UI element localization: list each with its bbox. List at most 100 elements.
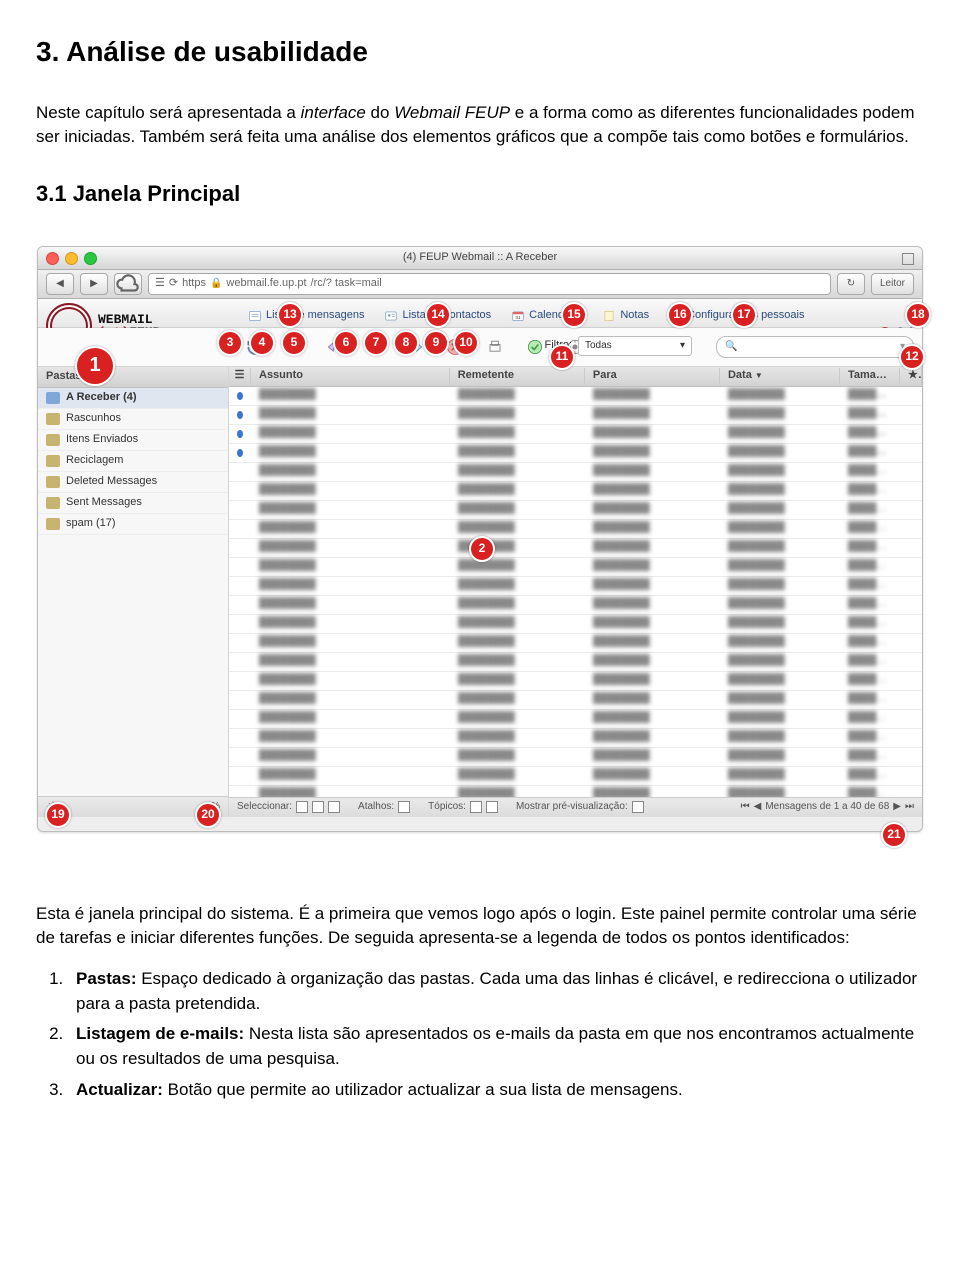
subsection-heading: 3.1 Janela Principal [36,178,924,210]
message-row[interactable]: ████████████████████████████████████████ [229,539,922,558]
folder-sidebar: Pastas A Receber (4)RascunhosItens Envia… [38,367,229,817]
select-page-button[interactable] [312,801,324,813]
legend-item: Listagem de e-mails: Nesta lista são apr… [68,1022,924,1071]
col-star[interactable]: ★ [900,368,922,384]
next-page-button[interactable]: ▶ [893,800,901,815]
callout-badge: 7 [363,330,389,356]
message-row[interactable]: ████████████████████████████████████████ [229,406,922,425]
folder-item[interactable]: Sent Messages [38,493,228,514]
icloud-tabs-icon[interactable] [114,273,142,295]
column-headers[interactable]: ☰ Assunto Remetente Para Data ▼ Tamanho … [229,367,922,387]
callout-badge: 2 [469,536,495,562]
folder-label: Rascunhos [66,411,121,427]
topics-label: Tópicos: [428,800,466,815]
callout-badge: 16 [667,302,693,328]
folder-item[interactable]: Reciclagem [38,451,228,472]
section-heading: 3. Análise de usabilidade [36,32,924,73]
message-row[interactable]: ████████████████████████████████████████ [229,786,922,797]
select-none-button[interactable] [328,801,340,813]
message-row[interactable]: ████████████████████████████████████████ [229,672,922,691]
after-screenshot-paragraph: Esta é janela principal do sistema. É a … [36,902,924,951]
filter-select[interactable]: Todas▾ [578,336,692,356]
reload-button[interactable]: ↻ [837,273,865,295]
callout-badge: 3 [217,330,243,356]
reader-button[interactable]: Leitor [871,273,914,295]
folder-icon [46,518,60,530]
preview-toggle[interactable] [632,801,644,813]
folder-label: Deleted Messages [66,474,157,490]
select-all-button[interactable] [296,801,308,813]
first-page-button[interactable]: ⏮ [741,800,750,815]
callout-badge: 15 [561,302,587,328]
col-sender[interactable]: Remetente [450,368,585,384]
lock-icon: 🔒 [210,277,222,292]
message-row[interactable]: ████████████████████████████████████████ [229,691,922,710]
zoom-icon[interactable] [84,252,97,265]
col-size[interactable]: Tamanho [840,368,900,384]
tool-row: Filtro: Todas▾ 🔍 ▾ [38,328,922,367]
minimize-icon[interactable] [65,252,78,265]
folder-icon [46,434,60,446]
pager-status: Mensagens de 1 a 40 de 68 [765,800,889,815]
message-row[interactable]: ████████████████████████████████████████ [229,653,922,672]
shortcuts-label: Atalhos: [358,800,394,815]
message-row[interactable]: ████████████████████████████████████████ [229,596,922,615]
folder-icon [46,392,60,404]
folder-label: Sent Messages [66,495,142,511]
callout-badge: 17 [731,302,757,328]
message-row[interactable]: ████████████████████████████████████████ [229,482,922,501]
message-row[interactable]: ████████████████████████████████████████ [229,767,922,786]
topics-button-a[interactable] [470,801,482,813]
last-page-button[interactable]: ⏭ [905,800,914,815]
close-icon[interactable] [46,252,59,265]
folder-item[interactable]: Deleted Messages [38,472,228,493]
callout-badge: 4 [249,330,275,356]
folder-item[interactable]: spam (17) [38,514,228,535]
unread-dot-icon [237,430,243,438]
folder-item[interactable]: A Receber (4) [38,388,228,409]
legend-list: Pastas: Espaço dedicado à organização da… [68,967,924,1102]
folder-icon [46,413,60,425]
message-row[interactable]: ████████████████████████████████████████ [229,729,922,748]
back-button[interactable]: ◀ [46,273,74,295]
search-input[interactable]: 🔍 ▾ [716,336,914,358]
folder-item[interactable]: Rascunhos [38,409,228,430]
forward-button[interactable]: ▶ [80,273,108,295]
message-row[interactable]: ████████████████████████████████████████ [229,444,922,463]
col-subject[interactable]: Assunto [251,368,450,384]
message-row[interactable]: ████████████████████████████████████████ [229,558,922,577]
col-to[interactable]: Para [585,368,720,384]
message-row[interactable]: ████████████████████████████████████████ [229,615,922,634]
message-row[interactable]: ████████████████████████████████████████ [229,463,922,482]
message-row[interactable]: ████████████████████████████████████████ [229,501,922,520]
folder-label: Itens Enviados [66,432,138,448]
folder-icon [46,497,60,509]
folder-label: spam (17) [66,516,116,532]
svg-text:31: 31 [516,315,522,320]
message-row[interactable]: ████████████████████████████████████████ [229,577,922,596]
message-row[interactable]: ████████████████████████████████████████ [229,387,922,406]
callout-badge: 13 [277,302,303,328]
message-row[interactable]: ████████████████████████████████████████ [229,520,922,539]
col-date[interactable]: Data ▼ [720,368,840,384]
tab-notes[interactable]: Notas [592,305,659,327]
topics-button-b[interactable] [486,801,498,813]
folder-item[interactable]: Itens Enviados [38,430,228,451]
shortcut-button[interactable] [398,801,410,813]
message-row[interactable]: ████████████████████████████████████████ [229,634,922,653]
legend-item: Actualizar: Botão que permite ao utiliza… [68,1078,924,1103]
callout-badge: 8 [393,330,419,356]
unread-dot-icon [237,411,243,419]
tab-messages[interactable]: Lista de mensagens [238,305,374,327]
message-row[interactable]: ████████████████████████████████████████ [229,425,922,444]
message-row[interactable]: ████████████████████████████████████████ [229,710,922,729]
address-bar[interactable]: ☰ ⟳ https 🔒 webmail.fe.up.pt/rc/? task=m… [148,273,831,295]
col-flag[interactable]: ☰ [229,368,251,384]
print-button[interactable] [482,334,508,360]
prev-page-button[interactable]: ◀ [754,800,762,815]
folder-icon [46,455,60,467]
message-row[interactable]: ████████████████████████████████████████ [229,748,922,767]
callout-badge: 9 [423,330,449,356]
fullscreen-icon[interactable] [902,253,914,265]
callout-badge: 11 [549,344,575,370]
